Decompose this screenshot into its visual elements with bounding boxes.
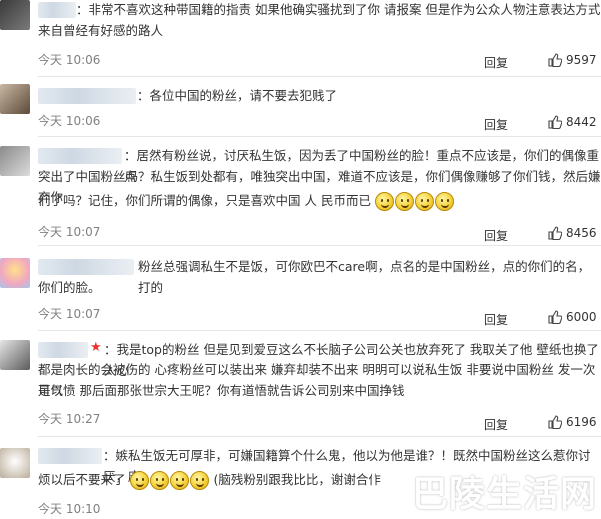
timestamp: 今天 10:10 — [38, 502, 101, 516]
like-count: 6196 — [566, 415, 597, 429]
comment-item: ★ ：我是top的粉丝 但是见到爱豆这么不长脑子公司公关也放弃死了 我取关了他 … — [0, 336, 601, 436]
thumbs-up-icon — [548, 310, 562, 324]
username-blurred[interactable] — [38, 148, 122, 164]
avatar[interactable] — [0, 340, 30, 370]
smile-emoji-icon — [189, 471, 209, 490]
vip-star-icon: ★ — [90, 340, 102, 355]
divider — [38, 436, 601, 437]
smile-emoji-icon — [394, 192, 414, 211]
comment-text: 是气愤 那后面那张世宗大王呢？你有道悟就告诉公司别来中国挣钱 — [38, 383, 405, 398]
comment-text: ：各位中国的粉丝，请不要去犯贱了 — [137, 88, 338, 103]
thumbs-up-icon — [548, 226, 562, 240]
avatar[interactable] — [0, 84, 30, 114]
like-button[interactable]: 8442 — [548, 115, 597, 129]
like-button[interactable]: 9597 — [548, 53, 597, 67]
comment-text: 你们的脸。 — [38, 280, 101, 295]
thumbs-up-icon — [548, 115, 562, 129]
timestamp: 今天 10:27 — [38, 412, 101, 426]
comment-text: 们了吗？记住，你们所谓的偶像，只是喜欢中国 人 民币而已 — [38, 190, 455, 211]
reply-button[interactable]: 回复 — [484, 227, 508, 244]
comment-item: ：非常不喜欢这种带国籍的指责 如果他确实骚扰到了你 请报案 但是作为公众人物注意… — [0, 0, 601, 72]
smile-emoji-icon — [169, 471, 189, 490]
watermark-url: www.blshw.com — [494, 508, 587, 519]
like-button[interactable]: 6196 — [548, 415, 597, 429]
like-button[interactable]: 6000 — [548, 310, 597, 324]
smile-emoji-icon — [374, 192, 394, 211]
reply-button[interactable]: 回复 — [484, 416, 508, 433]
timestamp: 今天 10:07 — [38, 307, 101, 321]
comment-text: 来自曾经有好感的路人 — [38, 23, 164, 38]
like-count: 8442 — [566, 115, 597, 129]
avatar[interactable] — [0, 258, 30, 288]
reply-button[interactable]: 回复 — [484, 311, 508, 328]
like-count: 6000 — [566, 310, 597, 324]
username-blurred[interactable] — [38, 2, 76, 18]
smile-emoji-icon — [434, 192, 454, 211]
comment-item: 粉丝总强调私生不是饭，可你欧巴不care啊，点名的是中国粉丝，点的你们的名，打的… — [0, 251, 601, 327]
smile-emoji-icon — [149, 471, 169, 490]
username-blurred[interactable] — [38, 259, 134, 275]
thumbs-up-icon — [548, 53, 562, 67]
avatar[interactable] — [0, 448, 30, 478]
comment-text: 粉丝总强调私生不是饭，可你欧巴不care啊，点名的是中国粉丝，点的你们的名，打的 — [138, 259, 591, 295]
reply-button[interactable]: 回复 — [484, 54, 508, 71]
smile-emoji-icon — [129, 471, 149, 490]
smile-emoji-icon — [414, 192, 434, 211]
timestamp: 今天 10:07 — [38, 225, 101, 239]
divider — [38, 136, 601, 137]
reply-button[interactable]: 回复 — [484, 116, 508, 133]
avatar[interactable] — [0, 0, 30, 30]
avatar[interactable] — [0, 146, 30, 176]
site-logo-icon — [371, 470, 406, 512]
comment-item: ：居然有粉丝说，讨厌私生饭，因为丢了中国粉丝的脸！重点不应该是，你们的偶像重点 … — [0, 142, 601, 244]
like-button[interactable]: 8456 — [548, 226, 597, 240]
comment-text: ：非常不喜欢这种带国籍的指责 如果他确实骚扰到了你 请报案 但是作为公众人物注意… — [76, 2, 601, 17]
timestamp: 今天 10:06 — [38, 53, 101, 67]
username-blurred[interactable] — [38, 342, 88, 358]
divider — [38, 76, 601, 77]
divider — [38, 330, 601, 331]
divider — [38, 245, 601, 246]
comment-item: ：各位中国的粉丝，请不要去犯贱了 今天 10:06 回复 8442 — [0, 82, 601, 140]
username-blurred[interactable] — [38, 448, 102, 464]
like-count: 8456 — [566, 226, 597, 240]
username-blurred[interactable] — [38, 88, 136, 104]
comment-text: 烦以后不要来了 (脑残粉别跟我比比，谢谢合作 — [38, 469, 381, 490]
thumbs-up-icon — [548, 415, 562, 429]
timestamp: 今天 10:06 — [38, 114, 101, 128]
like-count: 9597 — [566, 53, 597, 67]
